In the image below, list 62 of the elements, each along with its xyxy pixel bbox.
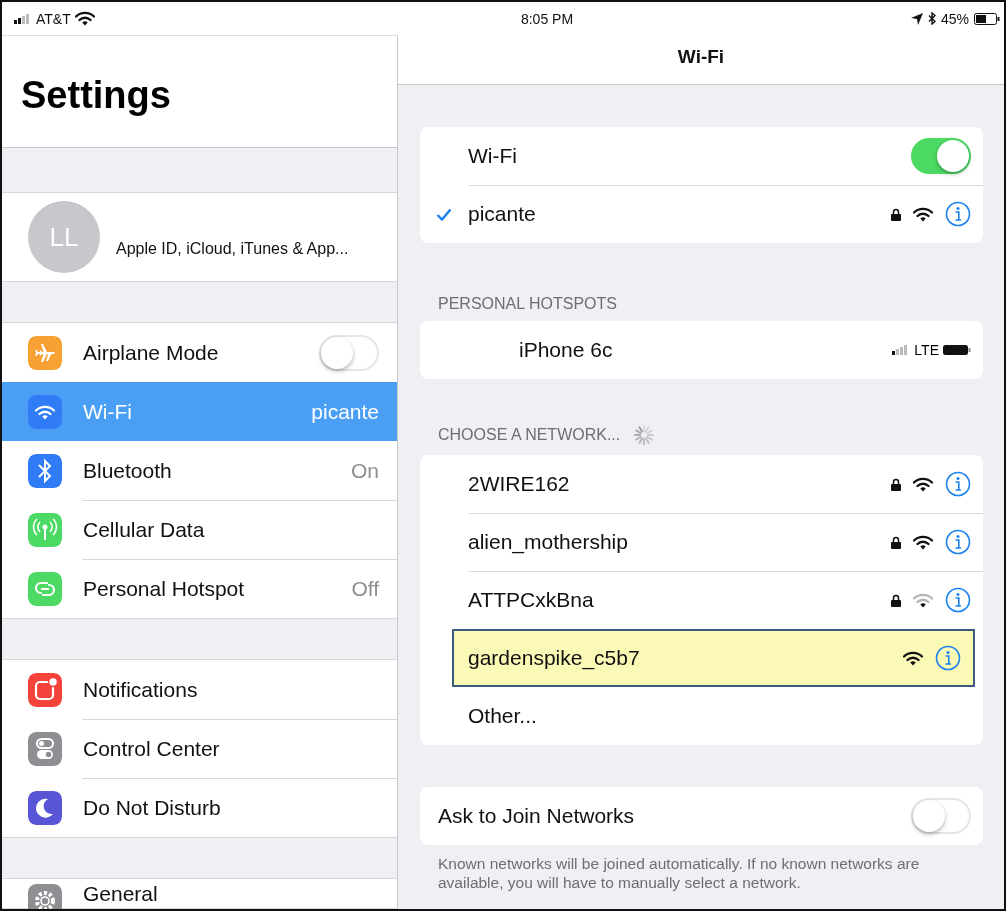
section-header: PERSONAL HOTSPOTS bbox=[437, 295, 618, 313]
battery-icon bbox=[974, 12, 1000, 25]
battery-icon bbox=[943, 344, 971, 356]
network-row[interactable]: gardenspike_c5b7 bbox=[452, 629, 975, 687]
network-name: gardenspike_c5b7 bbox=[468, 646, 641, 670]
network-row[interactable]: ATTPCxkBna bbox=[420, 571, 983, 629]
network-row[interactable]: 2WIRE162 bbox=[420, 455, 983, 513]
hotspot-name: iPhone 6c bbox=[519, 338, 614, 362]
network-row[interactable]: alien_mothership bbox=[420, 513, 983, 571]
network-name: picante bbox=[468, 202, 537, 226]
network-name: alien_mothership bbox=[468, 530, 629, 554]
row-value: On bbox=[351, 458, 379, 483]
avatar-circle: LL bbox=[28, 201, 100, 274]
bluetooth-icon bbox=[927, 12, 936, 25]
network-name: 2WIRE162 bbox=[468, 472, 571, 496]
settings-row[interactable]: General bbox=[2, 879, 397, 908]
row-label: General bbox=[83, 882, 159, 906]
info-icon bbox=[935, 645, 961, 671]
footer-note: Known networks will be joined automatically. If no known networks are available, you will have to manually select a network. bbox=[437, 854, 921, 893]
profile-row[interactable]: LL Apple ID, iCloud, iTunes & App... bbox=[2, 192, 397, 282]
row-label: Bluetooth bbox=[83, 458, 173, 483]
account-subtitle: Apple ID, iCloud, iTunes & App... bbox=[116, 240, 349, 259]
wifi-icon bbox=[913, 206, 933, 222]
nav-title: Wi-Fi bbox=[677, 45, 725, 68]
battery-percent: 45% bbox=[940, 10, 969, 27]
hotspot-row[interactable]: iPhone 6c LTE bbox=[420, 321, 983, 379]
row-label: Cellular Data bbox=[83, 517, 206, 542]
row-label: Personal Hotspot bbox=[83, 576, 246, 601]
network-row[interactable]: picante bbox=[420, 185, 983, 243]
row-label: Notifications bbox=[83, 677, 199, 702]
row-value: picante bbox=[311, 399, 379, 424]
info-icon bbox=[945, 529, 971, 555]
toggle-switch[interactable] bbox=[911, 138, 971, 174]
info-icon bbox=[945, 587, 971, 613]
row-label: Wi-Fi bbox=[83, 399, 133, 424]
info-icon bbox=[945, 201, 971, 227]
page-title: Settings bbox=[21, 74, 171, 118]
section-header: CHOOSE A NETWORK... bbox=[438, 426, 621, 444]
location-arrow-icon bbox=[910, 12, 923, 25]
row-label: Airplane Mode bbox=[83, 340, 220, 365]
carrier-name: AT&T bbox=[36, 10, 71, 27]
info-icon bbox=[945, 471, 971, 497]
settings-row[interactable]: Do Not Disturb bbox=[2, 778, 397, 837]
row-label: Ask to Join Networks bbox=[438, 804, 636, 828]
row-label: Do Not Disturb bbox=[83, 795, 222, 820]
settings-row[interactable]: Personal Hotspot Off bbox=[2, 559, 397, 618]
network-type: LTE bbox=[914, 342, 939, 358]
row-value: Off bbox=[351, 576, 379, 601]
row-label: Control Center bbox=[83, 736, 221, 761]
settings-row[interactable]: Notifications bbox=[2, 660, 397, 719]
loading-spinner-icon bbox=[632, 423, 657, 447]
network-name: ATTPCxkBna bbox=[468, 588, 595, 612]
row-label: Wi-Fi bbox=[468, 144, 518, 168]
settings-row[interactable]: Control Center bbox=[2, 719, 397, 778]
clock-time: 8:05 PM bbox=[520, 10, 574, 27]
signal-icon bbox=[14, 13, 32, 24]
wifi-icon bbox=[74, 11, 95, 26]
settings-row[interactable]: Bluetooth On bbox=[2, 441, 397, 500]
settings-row[interactable]: Cellular Data bbox=[2, 500, 397, 559]
settings-row[interactable]: Airplane Mode bbox=[2, 323, 397, 382]
other-network: Other... bbox=[468, 704, 538, 728]
network-row[interactable]: Other... bbox=[420, 687, 983, 745]
